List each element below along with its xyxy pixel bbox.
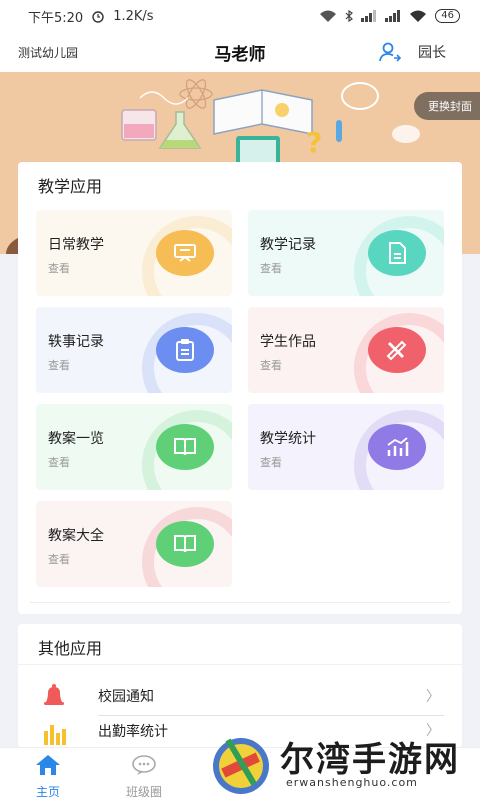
tile-sub: 查看 bbox=[48, 456, 70, 469]
bluetooth-icon bbox=[345, 10, 354, 22]
other-apps-title: 其他应用 bbox=[38, 639, 103, 658]
card-divider bbox=[30, 602, 450, 603]
tile-label: 教学统计 bbox=[260, 431, 316, 447]
watermark-url: erwanshenghuo.com bbox=[286, 776, 418, 789]
clipboard-icon bbox=[156, 327, 214, 373]
list-item-campus-notice[interactable]: 校园通知 〉 bbox=[18, 676, 462, 716]
book-icon bbox=[156, 521, 214, 567]
role-switch[interactable]: 园长 bbox=[418, 42, 446, 62]
tile-anecdote-records[interactable]: 轶事记录 查看 bbox=[36, 307, 232, 393]
chevron-right-icon: 〉 bbox=[426, 689, 440, 705]
tab-label: 班级圈 bbox=[125, 785, 162, 799]
list-item-label: 出勤率统计 bbox=[98, 724, 168, 740]
wifi-icon-2 bbox=[410, 10, 427, 22]
tile-sub: 查看 bbox=[260, 359, 282, 372]
change-cover-button[interactable]: 更换封面 bbox=[414, 92, 480, 120]
battery-level: 46 bbox=[435, 9, 460, 23]
svg-text:?: ? bbox=[306, 126, 322, 159]
tile-sub: 查看 bbox=[48, 359, 70, 372]
status-bar: 下午5:20 1.2K/s 46 bbox=[0, 0, 480, 32]
tile-label: 教案一览 bbox=[48, 431, 104, 447]
watermark-logo bbox=[213, 738, 269, 794]
tile-label: 教学记录 bbox=[260, 237, 316, 253]
book-icon bbox=[156, 424, 214, 470]
watermark-text: 尔湾手游网 bbox=[280, 740, 460, 780]
switch-user-icon[interactable] bbox=[378, 40, 402, 64]
tile-label: 教案大全 bbox=[48, 528, 104, 544]
app-header: 测试幼儿园 马老师 园长 bbox=[0, 32, 480, 72]
alarm-icon bbox=[92, 11, 104, 23]
tile-sub: 查看 bbox=[260, 262, 282, 275]
tile-sub: 查看 bbox=[260, 456, 282, 469]
row-divider bbox=[98, 715, 444, 716]
tile-sub: 查看 bbox=[48, 553, 70, 566]
tile-daily-teaching[interactable]: 日常教学 查看 bbox=[36, 210, 232, 296]
tile-lesson-plan-collection[interactable]: 教案大全 查看 bbox=[36, 501, 232, 587]
home-icon bbox=[36, 755, 60, 775]
document-icon bbox=[368, 230, 426, 276]
teaching-apps-title: 教学应用 bbox=[38, 177, 103, 196]
tile-label: 日常教学 bbox=[48, 237, 104, 253]
tile-student-works[interactable]: 学生作品 查看 bbox=[248, 307, 444, 393]
tile-label: 学生作品 bbox=[260, 334, 316, 350]
card-divider bbox=[18, 664, 462, 665]
wifi-icon bbox=[320, 10, 337, 22]
bar-chart-icon bbox=[44, 725, 66, 745]
site-watermark: 尔湾手游网 erwanshenghuo.com bbox=[208, 722, 480, 800]
bell-icon bbox=[44, 684, 64, 705]
chart-icon bbox=[368, 424, 426, 470]
tile-teaching-records[interactable]: 教学记录 查看 bbox=[248, 210, 444, 296]
blackboard-icon bbox=[156, 230, 214, 276]
tile-label: 轶事记录 bbox=[48, 334, 104, 350]
tile-lesson-plan-overview[interactable]: 教案一览 查看 bbox=[36, 404, 232, 490]
network-speed: 1.2K/s bbox=[113, 8, 154, 24]
tab-label: 主页 bbox=[35, 785, 60, 799]
status-time: 下午5:20 bbox=[28, 10, 84, 26]
list-item-label: 校园通知 bbox=[98, 689, 154, 705]
tab-home[interactable]: 主页 bbox=[0, 754, 96, 800]
pencil-ruler-icon bbox=[368, 327, 426, 373]
signal-icon-2 bbox=[385, 10, 401, 22]
teaching-apps-card: 教学应用 日常教学 查看 教学记录 查看 轶事记录 查看 学生作品 查看 教案一… bbox=[18, 162, 462, 614]
school-name[interactable]: 测试幼儿园 bbox=[18, 44, 78, 61]
chat-bubble-icon bbox=[132, 755, 156, 775]
signal-icon bbox=[361, 10, 377, 22]
tile-teaching-stats[interactable]: 教学统计 查看 bbox=[248, 404, 444, 490]
tab-class-circle[interactable]: 班级圈 bbox=[96, 754, 192, 800]
tile-sub: 查看 bbox=[48, 262, 70, 275]
